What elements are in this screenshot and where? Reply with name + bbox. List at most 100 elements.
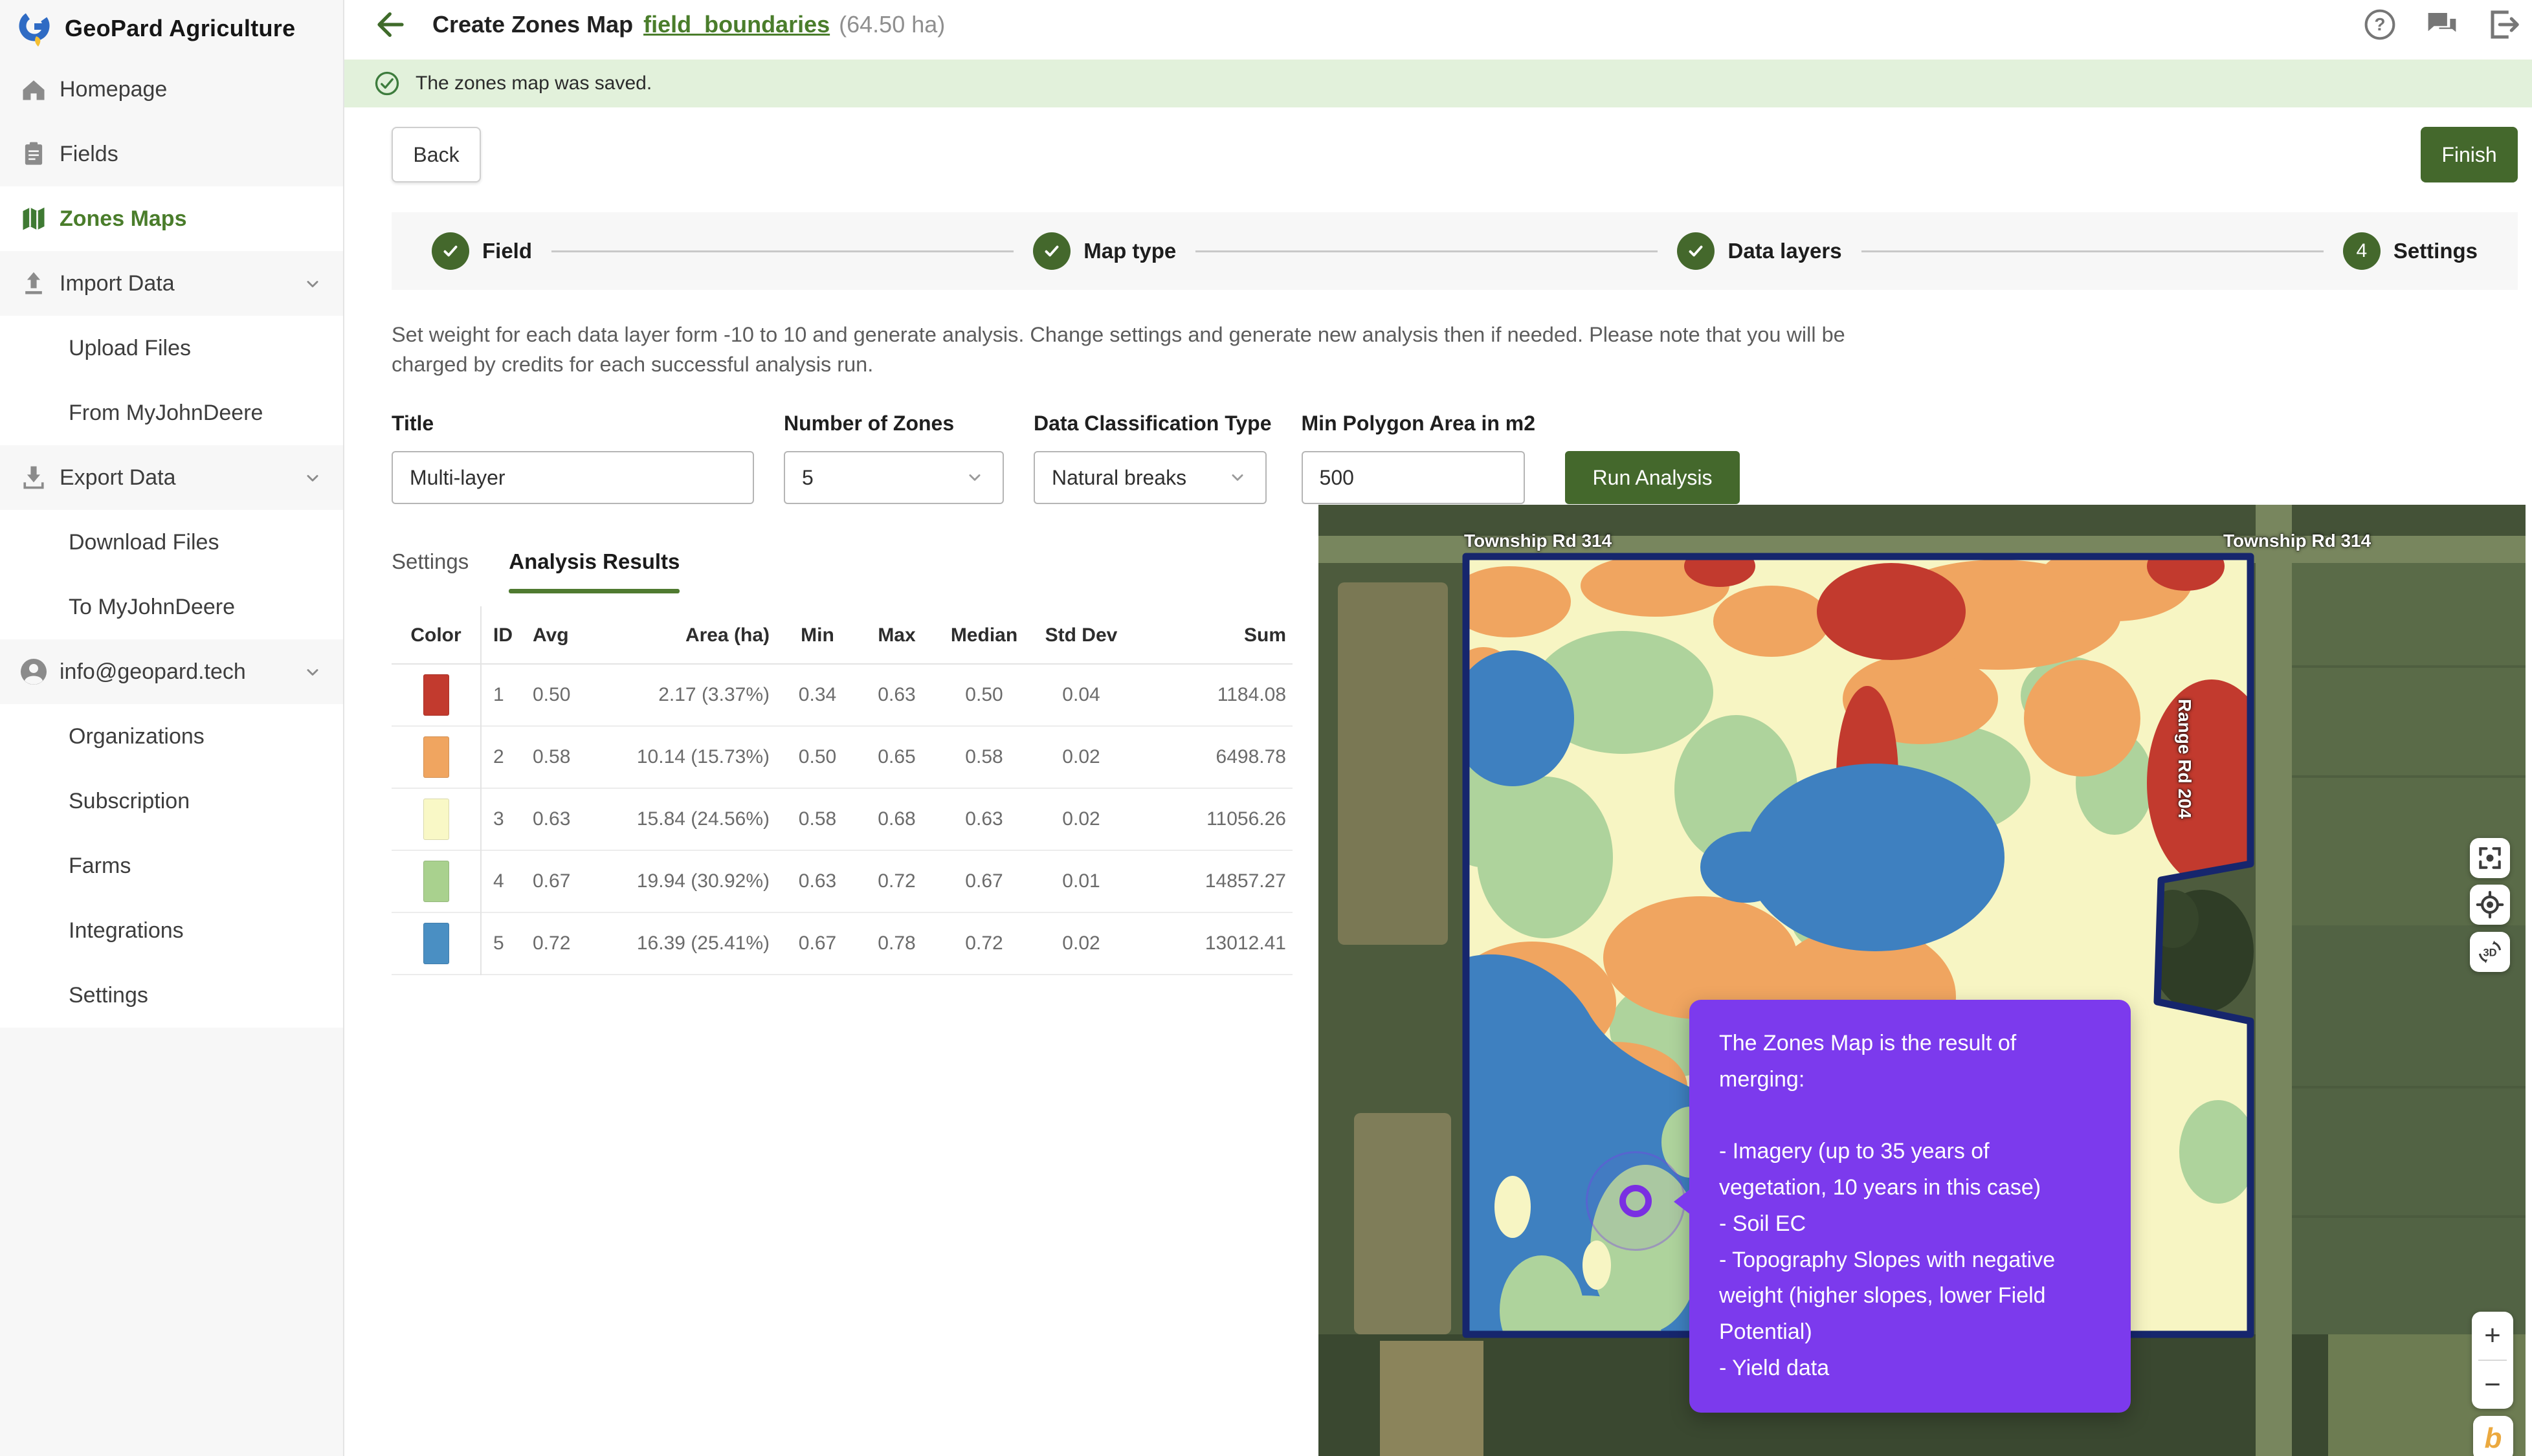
brand: GeoPard Agriculture — [0, 0, 343, 57]
col-min: Min — [779, 606, 856, 664]
toolbar: Back Finish — [392, 127, 2518, 184]
tab-settings[interactable]: Settings — [392, 549, 469, 590]
sidebar-item-account[interactable]: info@geopard.tech — [0, 639, 343, 704]
sidebar-nav: Homepage Fields Zones Maps Import Data U… — [0, 57, 343, 1028]
col-std-dev: Std Dev — [1031, 606, 1131, 664]
home-icon — [17, 72, 50, 106]
classification-type-select[interactable]: Natural breaks — [1034, 451, 1267, 504]
analysis-results-table: Color ID Avg Area (ha) Min Max Median St… — [392, 606, 1293, 975]
sidebar: GeoPard Agriculture Homepage Fields Zone… — [0, 0, 344, 1456]
classification-type-label: Data Classification Type — [1034, 412, 1272, 436]
number-of-zones-select[interactable]: 5 — [784, 451, 1004, 504]
download-icon — [17, 461, 50, 494]
upload-icon — [17, 267, 50, 300]
brand-name: GeoPard Agriculture — [65, 15, 295, 42]
run-analysis-button[interactable]: Run Analysis — [1565, 451, 1740, 504]
fit-bounds-button[interactable] — [2470, 838, 2510, 878]
svg-text:3D: 3D — [2483, 947, 2496, 958]
sidebar-item-fields[interactable]: Fields — [0, 122, 343, 186]
table-row: 2 0.58 10.14 (15.73%) 0.50 0.65 0.58 0.0… — [392, 726, 1293, 788]
analysis-form: Title Number of Zones 5 Data Classificat… — [392, 412, 2518, 504]
stepper: Field Map type Data layers 4 Settings — [392, 212, 2518, 290]
chevron-down-icon — [302, 273, 324, 295]
sidebar-item-export-data[interactable]: Export Data — [0, 445, 343, 510]
table-row: 4 0.67 19.94 (30.92%) 0.63 0.72 0.67 0.0… — [392, 850, 1293, 912]
account-icon — [17, 655, 50, 689]
zone-color-swatch — [423, 736, 449, 778]
col-max: Max — [856, 606, 937, 664]
top-header: Create Zones Map field_boundaries (64.50… — [344, 0, 2532, 49]
sidebar-item-zones-maps[interactable]: Zones Maps — [0, 186, 343, 251]
step-data-layers[interactable]: Data layers — [1677, 232, 1841, 270]
step-check-icon — [1677, 232, 1715, 270]
sidebar-item-organizations[interactable]: Organizations — [0, 704, 343, 769]
chat-icon[interactable] — [2425, 7, 2460, 42]
road-label-township-left: Township Rd 314 — [1464, 531, 1612, 551]
number-of-zones-label: Number of Zones — [784, 412, 1004, 436]
sidebar-item-homepage[interactable]: Homepage — [0, 57, 343, 122]
min-polygon-area-label: Min Polygon Area in m2 — [1302, 412, 1536, 436]
zoom-in-button[interactable]: + — [2472, 1312, 2513, 1360]
table-header-row: Color ID Avg Area (ha) Min Max Median St… — [392, 606, 1293, 664]
settings-description: Set weight for each data layer form -10 … — [392, 320, 1867, 379]
tab-analysis-results[interactable]: Analysis Results — [509, 549, 680, 590]
sidebar-item-to-myjohndeere[interactable]: To MyJohnDeere — [0, 575, 343, 639]
map-view[interactable]: Township Rd 314 Township Rd 314 Range Rd… — [1318, 505, 2532, 1456]
locate-button[interactable] — [2470, 885, 2510, 925]
step-connector — [1861, 250, 2324, 252]
col-area: Area (ha) — [617, 606, 779, 664]
road-label-range: Range Rd 204 — [2174, 699, 2195, 819]
step-connector — [1195, 250, 1658, 252]
step-field[interactable]: Field — [432, 232, 532, 270]
road-label-township-right: Township Rd 314 — [2223, 531, 2371, 551]
check-circle-icon — [373, 69, 401, 98]
banner-message: The zones map was saved. — [416, 72, 652, 94]
sidebar-item-download-files[interactable]: Download Files — [0, 510, 343, 575]
finish-button[interactable]: Finish — [2421, 127, 2518, 182]
clipboard-icon — [17, 137, 50, 171]
step-connector — [551, 250, 1014, 252]
success-banner: The zones map was saved. — [344, 60, 2532, 107]
zone-color-swatch — [423, 861, 449, 902]
map-marker[interactable] — [1619, 1185, 1652, 1217]
step-map-type[interactable]: Map type — [1033, 232, 1176, 270]
col-avg: Avg — [533, 606, 617, 664]
geopard-logo-icon — [17, 9, 56, 48]
step-number: 4 — [2356, 240, 2367, 262]
chevron-down-icon — [302, 467, 324, 489]
field-area-label: (64.50 ha) — [839, 11, 945, 38]
zone-color-swatch — [423, 923, 449, 964]
back-arrow-icon[interactable] — [370, 6, 406, 43]
three-d-button[interactable]: 3D — [2470, 932, 2510, 972]
help-icon[interactable]: ? — [2362, 7, 2397, 42]
step-settings[interactable]: 4 Settings — [2343, 232, 2478, 270]
zoom-out-button[interactable]: − — [2472, 1361, 2513, 1409]
step-check-icon — [432, 232, 469, 270]
col-id: ID — [481, 606, 533, 664]
sidebar-item-upload-files[interactable]: Upload Files — [0, 316, 343, 381]
min-polygon-area-input[interactable] — [1302, 451, 1525, 504]
page-title: Create Zones Map — [432, 11, 633, 38]
scrollbar-track[interactable] — [2526, 505, 2532, 1456]
title-input[interactable] — [392, 451, 754, 504]
sidebar-item-settings[interactable]: Settings — [0, 963, 343, 1028]
map-icon — [17, 202, 50, 236]
zone-color-swatch — [423, 799, 449, 840]
zone-color-swatch — [423, 674, 449, 716]
table-row: 3 0.63 15.84 (24.56%) 0.58 0.68 0.63 0.0… — [392, 788, 1293, 850]
svg-text:?: ? — [2374, 14, 2385, 34]
sidebar-item-integrations[interactable]: Integrations — [0, 898, 343, 963]
title-label: Title — [392, 412, 754, 436]
logout-icon[interactable] — [2487, 7, 2522, 42]
table-row: 5 0.72 16.39 (25.41%) 0.67 0.78 0.72 0.0… — [392, 912, 1293, 975]
bing-logo: b — [2473, 1416, 2513, 1456]
table-row: 1 0.50 2.17 (3.37%) 0.34 0.63 0.50 0.04 … — [392, 664, 1293, 726]
back-button[interactable]: Back — [392, 127, 481, 182]
sidebar-item-subscription[interactable]: Subscription — [0, 769, 343, 833]
sidebar-item-farms[interactable]: Farms — [0, 833, 343, 898]
zoom-control: + − — [2472, 1312, 2513, 1409]
sidebar-item-from-myjohndeere[interactable]: From MyJohnDeere — [0, 381, 343, 445]
sidebar-item-import-data[interactable]: Import Data — [0, 251, 343, 316]
col-median: Median — [937, 606, 1031, 664]
field-boundaries-link[interactable]: field_boundaries — [643, 11, 830, 38]
